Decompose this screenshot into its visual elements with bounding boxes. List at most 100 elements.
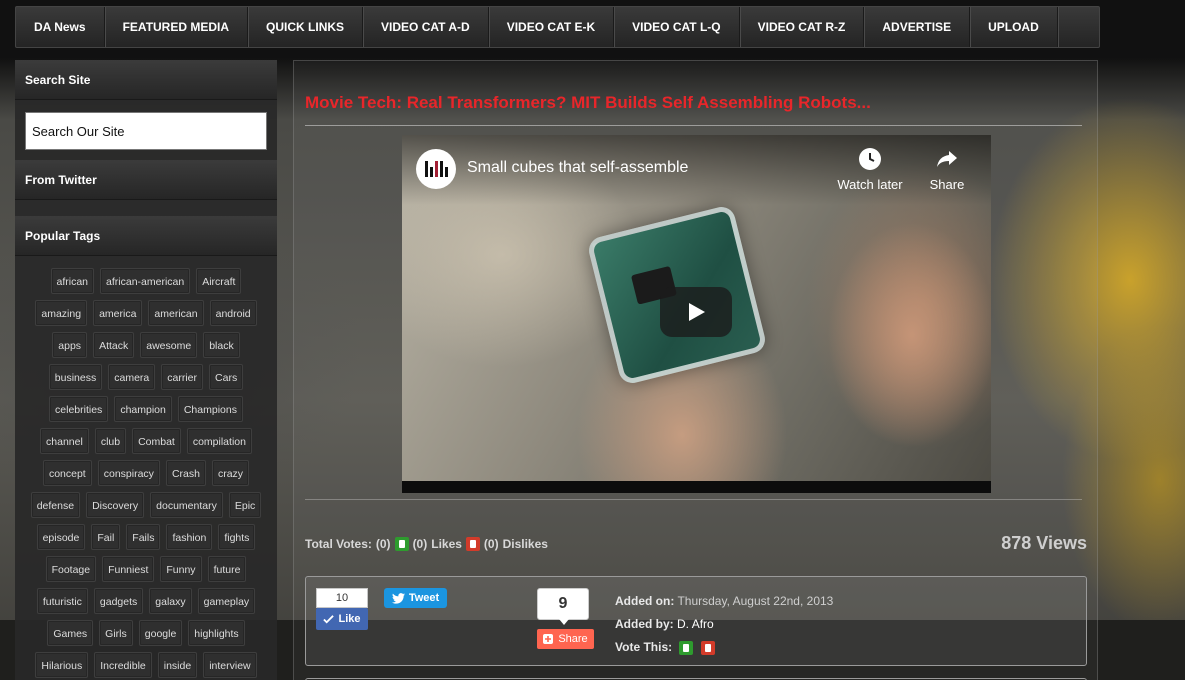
tag-item[interactable]: gameplay — [197, 588, 256, 614]
tag-item[interactable]: futuristic — [36, 588, 88, 614]
tag-item[interactable]: concept — [42, 460, 92, 486]
tag-item[interactable]: Combat — [132, 428, 181, 454]
author-link[interactable]: D. Afro — [677, 617, 714, 631]
nav-video-cat-r-z[interactable]: VIDEO CAT R-Z — [740, 7, 865, 47]
nav-quick-links[interactable]: QUICK LINKS — [248, 7, 364, 47]
tag-item[interactable]: Crash — [165, 460, 206, 486]
tag-item[interactable]: Hilarious — [35, 652, 89, 678]
added-on-date: Thursday, August 22nd, 2013 — [677, 594, 834, 608]
tag-item[interactable]: conspiracy — [97, 460, 160, 486]
nav-video-cat-l-q[interactable]: VIDEO CAT L-Q — [614, 7, 740, 47]
video-title[interactable]: Small cubes that self-assemble — [467, 159, 688, 177]
main-nav: DA News FEATURED MEDIA QUICK LINKS VIDEO… — [15, 6, 1100, 48]
tag-item[interactable]: african — [50, 268, 95, 294]
tag-item[interactable]: fashion — [166, 524, 213, 550]
twitter-bird-icon — [391, 592, 405, 604]
nav-video-cat-a-d[interactable]: VIDEO CAT A-D — [363, 7, 489, 47]
nav-upload[interactable]: UPLOAD — [970, 7, 1058, 47]
dislikes-label: Dislikes — [502, 537, 548, 551]
tag-item[interactable]: defense — [30, 492, 81, 518]
tag-item[interactable]: Cars — [209, 364, 244, 390]
share-arrow-icon — [937, 151, 957, 167]
tag-item[interactable]: galaxy — [149, 588, 192, 614]
tag-item[interactable]: black — [203, 332, 240, 358]
vote-up-icon[interactable] — [679, 640, 694, 655]
tag-item[interactable]: crazy — [211, 460, 250, 486]
post-info-box: 10 Like Tweet 9 Share Added on: Thursday… — [305, 576, 1087, 666]
watch-later-button[interactable]: Watch later — [830, 147, 910, 192]
tag-item[interactable]: interview — [203, 652, 257, 678]
tag-item[interactable]: inside — [157, 652, 198, 678]
post-title[interactable]: Movie Tech: Real Transformers? MIT Build… — [305, 93, 871, 113]
check-icon — [323, 614, 335, 624]
tag-item[interactable]: Incredible — [94, 652, 152, 678]
nav-advertise[interactable]: ADVERTISE — [864, 7, 971, 47]
video-share-button[interactable]: Share — [907, 147, 987, 192]
tag-item[interactable]: camera — [108, 364, 156, 390]
tag-item[interactable]: african-american — [100, 268, 191, 294]
nav-featured-media[interactable]: FEATURED MEDIA — [105, 7, 249, 47]
share-label: Share — [929, 177, 965, 192]
facebook-like-label: Like — [338, 613, 361, 625]
tag-item[interactable]: channel — [40, 428, 89, 454]
video-player[interactable]: Small cubes that self-assemble Watch lat… — [402, 135, 991, 493]
tag-item[interactable]: Aircraft — [196, 268, 242, 294]
nav-da-news[interactable]: DA News — [16, 7, 105, 47]
tag-item[interactable]: Funniest — [102, 556, 155, 582]
thumbs-up-icon — [394, 537, 409, 551]
tag-item[interactable]: episode — [36, 524, 86, 550]
vote-this-label: Vote This: — [615, 640, 673, 654]
play-button[interactable] — [660, 287, 732, 337]
tag-item[interactable]: celebrities — [49, 396, 109, 422]
post-meta: Added on: Thursday, August 22nd, 2013 Ad… — [615, 590, 833, 659]
tag-item[interactable]: apps — [52, 332, 88, 358]
tag-item[interactable]: compilation — [186, 428, 252, 454]
video-progress-bar[interactable] — [402, 481, 991, 493]
tag-item[interactable]: Fail — [91, 524, 121, 550]
tag-item[interactable]: champion — [114, 396, 172, 422]
tag-item[interactable]: Girls — [99, 620, 133, 646]
tag-item[interactable]: awesome — [140, 332, 198, 358]
added-on-label: Added on: — [615, 594, 675, 608]
tag-item[interactable]: Champions — [177, 396, 243, 422]
nav-video-cat-e-k[interactable]: VIDEO CAT E-K — [489, 7, 615, 47]
twitter-heading: From Twitter — [15, 160, 277, 200]
popular-tags-heading: Popular Tags — [15, 216, 277, 256]
tag-item[interactable]: google — [138, 620, 183, 646]
share-button[interactable]: Share — [537, 629, 594, 649]
facebook-like-button[interactable]: Like — [316, 608, 368, 630]
dislikes-count: (0) — [483, 537, 499, 551]
vote-this-row: Vote This: — [615, 636, 833, 659]
tag-item[interactable]: club — [94, 428, 127, 454]
tag-item[interactable]: fights — [218, 524, 256, 550]
tag-item[interactable]: Epic — [228, 492, 262, 518]
twitter-feed — [15, 200, 277, 216]
channel-logo-icon[interactable] — [416, 149, 456, 189]
tag-item[interactable]: gadgets — [93, 588, 144, 614]
tag-cloud: african african-american Aircraft amazin… — [15, 256, 277, 678]
added-by-label: Added by: — [615, 617, 674, 631]
tag-item[interactable]: android — [209, 300, 257, 326]
facebook-like-count: 10 — [316, 588, 368, 608]
tweet-label: Tweet — [408, 592, 440, 604]
tag-item[interactable]: Games — [47, 620, 94, 646]
tag-item[interactable]: america — [93, 300, 143, 326]
tag-item[interactable]: carrier — [161, 364, 204, 390]
tag-item[interactable]: highlights — [188, 620, 245, 646]
search-box — [15, 100, 277, 160]
search-input[interactable] — [25, 112, 267, 150]
added-on-row: Added on: Thursday, August 22nd, 2013 — [615, 590, 833, 613]
tag-item[interactable]: business — [48, 364, 103, 390]
tag-item[interactable]: Discovery — [86, 492, 145, 518]
tag-item[interactable]: future — [207, 556, 247, 582]
tag-item[interactable]: Fails — [126, 524, 161, 550]
tag-item[interactable]: amazing — [35, 300, 88, 326]
tag-item[interactable]: documentary — [150, 492, 223, 518]
tag-item[interactable]: Funny — [160, 556, 202, 582]
tweet-button[interactable]: Tweet — [384, 588, 447, 608]
tag-item[interactable]: Attack — [93, 332, 135, 358]
vote-down-icon[interactable] — [700, 640, 715, 655]
tag-item[interactable]: Footage — [45, 556, 97, 582]
tag-item[interactable]: american — [148, 300, 204, 326]
likes-count: (0) — [412, 537, 428, 551]
